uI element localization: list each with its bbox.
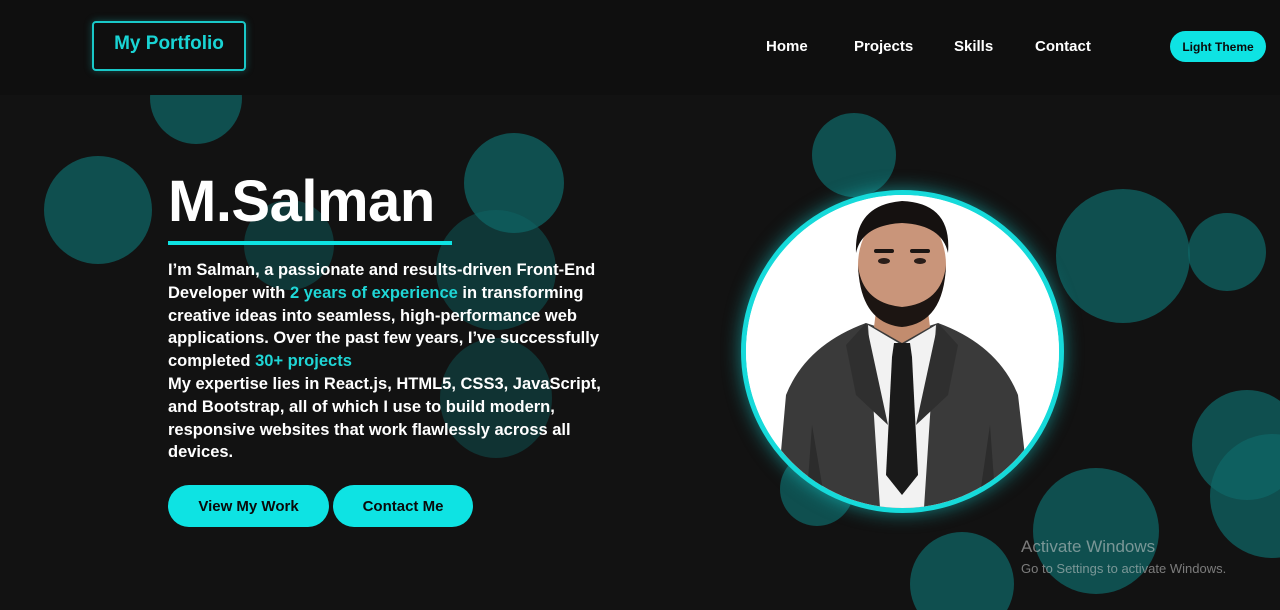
view-work-button[interactable]: View My Work <box>168 485 329 527</box>
nav-link-projects[interactable]: Projects <box>854 38 913 55</box>
portfolio-page: My Portfolio Home Projects Skills Contac… <box>0 0 1280 610</box>
background-bubble <box>44 156 152 264</box>
logo[interactable]: My Portfolio <box>92 21 246 71</box>
watermark-title: Activate Windows <box>1021 537 1156 556</box>
nav-link-home[interactable]: Home <box>766 38 808 55</box>
bio-highlight-projects: 30+ projects <box>255 352 352 371</box>
profile-photo-icon <box>746 195 1059 508</box>
bio-text: My expertise lies in React.js, HTML5, CS… <box>168 374 601 462</box>
background-bubble <box>910 532 1014 610</box>
nav-link-contact[interactable]: Contact <box>1035 38 1091 55</box>
background-bubble <box>812 113 896 197</box>
nav-link-skills[interactable]: Skills <box>954 38 993 55</box>
watermark-subtitle: Go to Settings to activate Windows. <box>1021 561 1227 576</box>
background-bubble <box>1188 213 1266 291</box>
background-bubble <box>1056 189 1190 323</box>
hero-bio: I’m Salman, a passionate and results-dri… <box>168 259 618 464</box>
navbar: My Portfolio Home Projects Skills Contac… <box>0 0 1280 95</box>
bio-highlight-experience: 2 years of experience <box>289 283 458 302</box>
activate-windows-watermark: Activate Windows Go to Settings to activ… <box>1021 537 1226 576</box>
contact-me-button[interactable]: Contact Me <box>333 485 473 527</box>
theme-toggle-button[interactable]: Light Theme <box>1170 31 1266 62</box>
name-underline <box>168 241 452 245</box>
profile-photo <box>741 190 1064 513</box>
hero-name: M.Salman <box>168 169 435 234</box>
